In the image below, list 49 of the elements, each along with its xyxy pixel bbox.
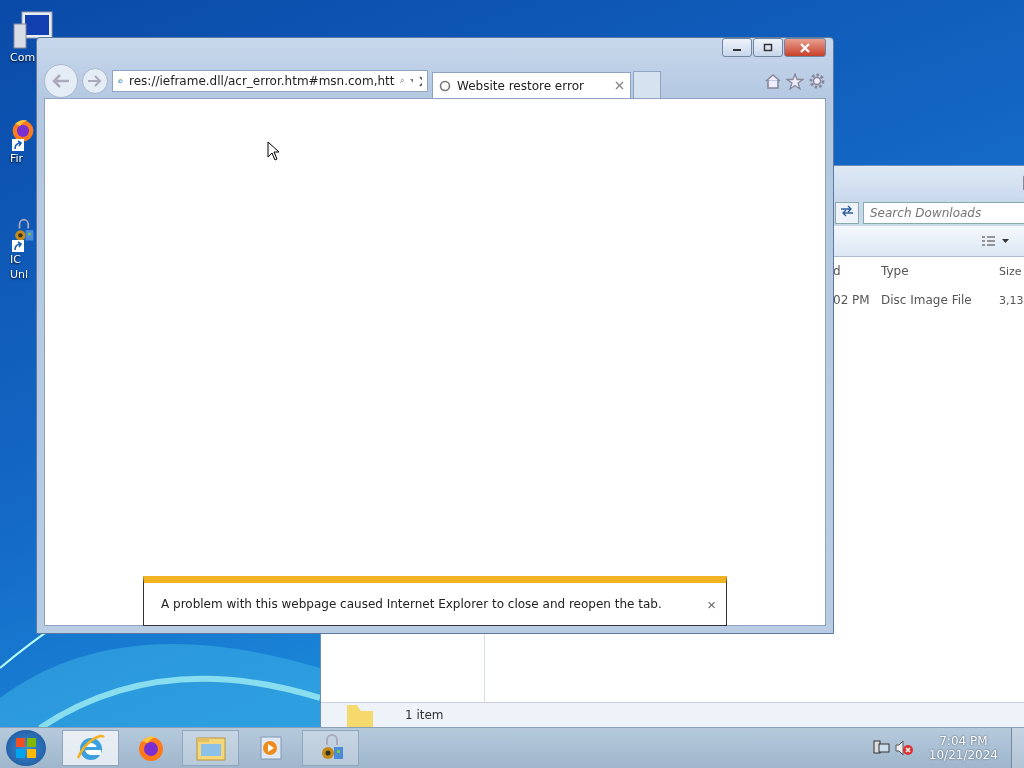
desktop-icon-label[interactable]: Com (10, 50, 36, 65)
close-button[interactable] (784, 38, 826, 57)
view-options-icon[interactable] (981, 235, 1009, 247)
forward-arrow-icon (87, 74, 103, 88)
address-text: res://ieframe.dll/acr_error.htm#msn.com,htt (129, 74, 395, 88)
new-tab-button[interactable] (633, 71, 661, 98)
item-count: 1 item (405, 708, 444, 722)
cursor-icon (267, 141, 280, 161)
file-cell-text: Disc Image File (881, 293, 973, 307)
close-tab-icon[interactable] (615, 81, 624, 90)
refresh-button[interactable] (835, 202, 859, 224)
restore-icon (763, 43, 773, 52)
refresh-arrows-icon (840, 205, 854, 217)
file-cell-text: 02 PM (833, 293, 871, 307)
forward-button[interactable] (82, 68, 108, 94)
folder-icon (194, 734, 227, 762)
column-header[interactable]: Type (881, 264, 999, 278)
notification-message: A problem with this webpage caused Internet Explorer to close and reopen the tab. (161, 597, 662, 611)
back-button[interactable] (44, 64, 78, 98)
file-cell: 3,13 (999, 293, 1024, 307)
search-field[interactable]: Search Downloads (863, 202, 1024, 224)
column-header[interactable]: d (833, 264, 881, 278)
minimize-button[interactable] (722, 38, 752, 57)
shortcut-arrow-icon (12, 139, 24, 151)
star-icon[interactable] (786, 72, 804, 90)
taskbar-button[interactable] (302, 730, 359, 766)
taskbar-button[interactable] (182, 730, 239, 766)
show-desktop-button[interactable] (1011, 728, 1024, 768)
close-icon (799, 42, 811, 53)
browser-tab[interactable]: Website restore error (432, 72, 631, 98)
close-button[interactable]: × (705, 595, 718, 613)
settings-icon[interactable] (808, 72, 826, 90)
home-icon[interactable] (764, 73, 782, 89)
browser-icon (74, 733, 107, 763)
windows-logo (14, 736, 38, 760)
restore-button[interactable] (753, 38, 783, 57)
network-icon[interactable] (872, 740, 891, 756)
start-button[interactable] (6, 730, 46, 766)
desktop-icon-label[interactable]: IC (10, 252, 21, 267)
back-arrow-icon (51, 73, 71, 89)
desktop-icon-label[interactable]: Unl (10, 267, 29, 282)
desktop-icon-label[interactable]: Fir (10, 151, 24, 166)
taskbar-button[interactable] (62, 730, 119, 766)
shortcut-arrow-icon (12, 240, 24, 252)
address-bar[interactable]: res://ieframe.dll/acr_error.htm#msn.com,htt (112, 70, 428, 92)
column-header[interactable]: Size (999, 264, 1024, 278)
volume-muted-icon[interactable] (893, 740, 914, 756)
loading-icon (439, 79, 451, 92)
media-player-icon (257, 734, 284, 762)
